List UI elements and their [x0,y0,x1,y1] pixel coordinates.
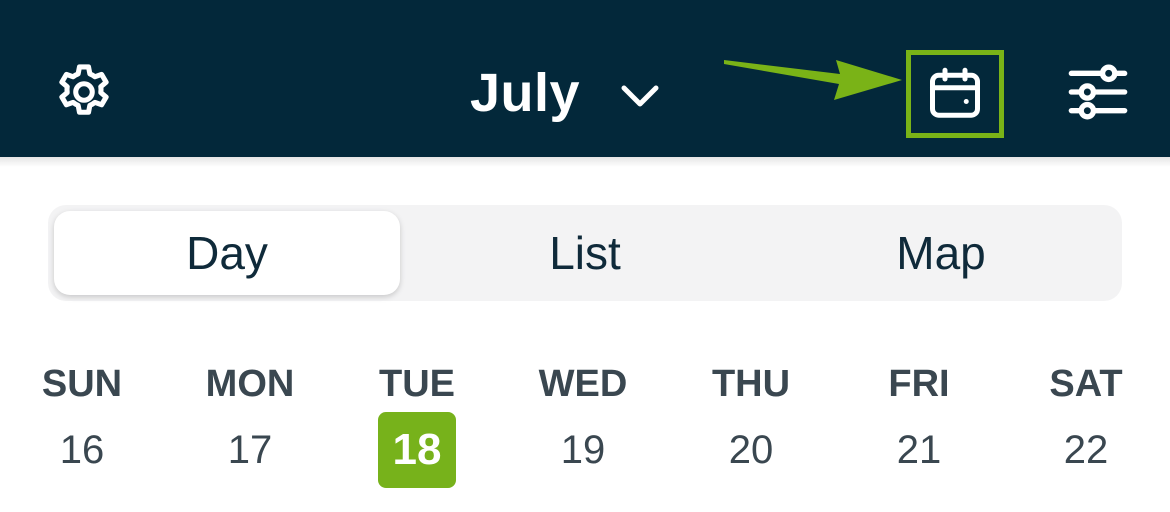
day-tue[interactable]: TUE 18 [347,360,487,500]
day-of-week-label: TUE [379,363,455,405]
top-app-bar: July [0,0,1170,157]
top-bar-shadow [0,157,1170,167]
month-title: July [470,63,581,123]
date-number: 17 [227,428,273,472]
sliders-icon [1068,64,1128,120]
day-wed[interactable]: WED 19 [513,360,653,500]
day-of-week-label: SAT [1049,363,1123,405]
date-number: 22 [1063,428,1109,472]
day-fri[interactable]: FRI 21 [849,360,989,500]
tab-list[interactable]: List [412,211,758,295]
settings-button[interactable] [44,52,124,132]
selected-date-number: 18 [378,412,456,488]
filters-button[interactable] [1058,52,1138,132]
annotation-arrow [724,60,902,100]
date-number: 21 [896,428,942,472]
view-switcher: Day List Map [48,205,1122,301]
gear-icon [59,64,109,115]
chevron-down-icon [620,84,660,110]
day-sat[interactable]: SAT 22 [1016,360,1156,500]
tab-map[interactable]: Map [768,211,1114,295]
day-of-week-label: SUN [41,363,123,405]
day-thu[interactable]: THU 20 [681,360,821,500]
date-number: 20 [728,428,774,472]
day-of-week-label: MON [205,363,295,405]
calendar-button[interactable] [906,50,1004,138]
day-mon[interactable]: MON 17 [180,360,320,500]
week-strip: SUN 16 MON 17 TUE 18 WED 19 THU 20 FRI 2… [0,360,1170,500]
month-selector[interactable]: July [470,55,660,131]
calendar-icon [930,67,980,118]
day-sun[interactable]: SUN 16 [12,360,152,500]
date-number: 19 [560,428,606,472]
day-of-week-label: FRI [888,363,950,405]
day-of-week-label: THU [711,363,791,405]
day-of-week-label: WED [538,363,628,405]
date-number: 16 [59,428,105,472]
tab-day[interactable]: Day [54,211,400,295]
